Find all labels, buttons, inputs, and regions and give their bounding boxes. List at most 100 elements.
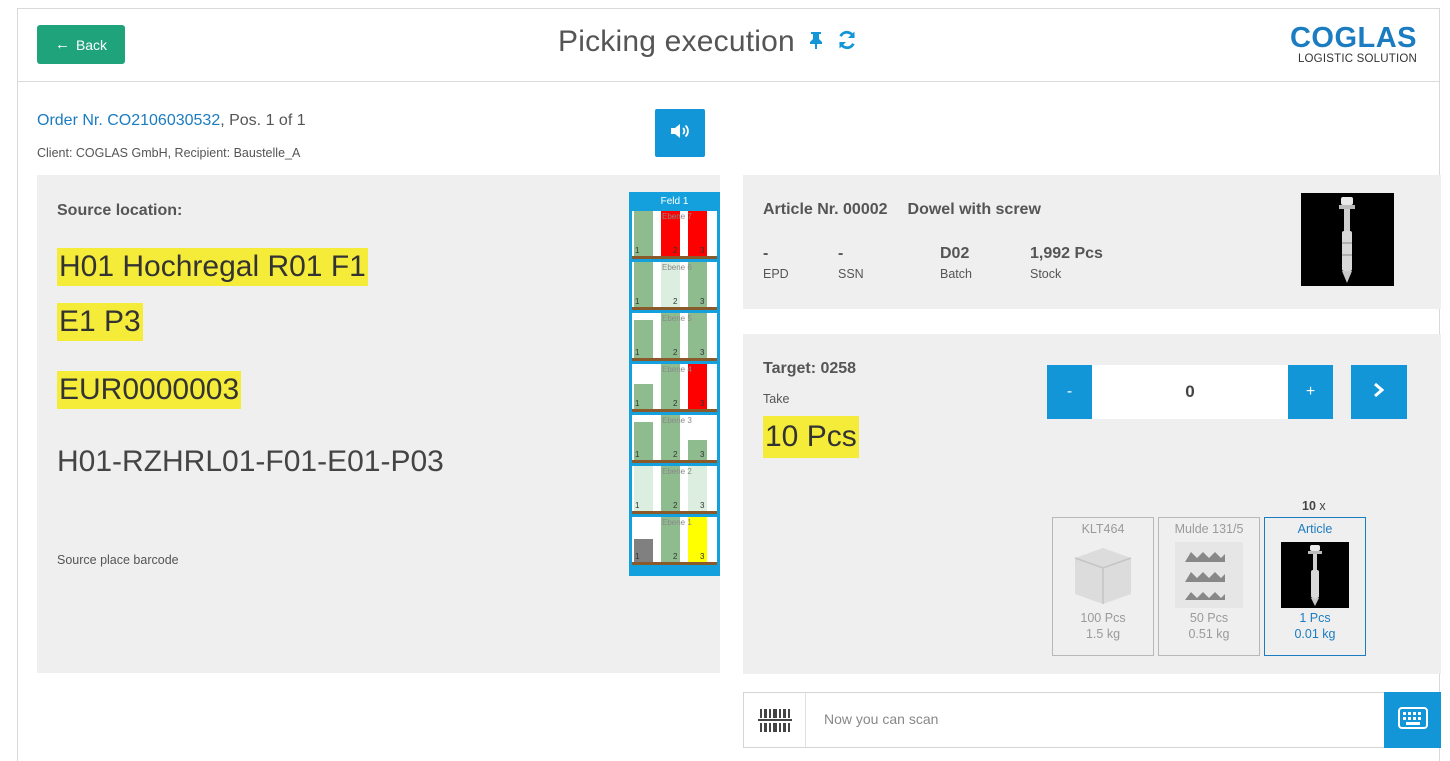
back-button-label: Back [75, 36, 108, 53]
rack-shelf: Ebene 3 1 2 3 [632, 415, 717, 463]
source-panel: Source location: H01 Hochregal R01 F1 E1… [37, 175, 720, 673]
shelf-label: Ebene 4 [662, 365, 692, 374]
article-panel: Article Nr. 00002 Dowel with screw - EPD … [743, 175, 1441, 309]
slot-number: 2 [673, 348, 678, 357]
batch-key: Batch [940, 267, 972, 281]
back-button[interactable]: ← Back [37, 25, 125, 64]
increment-button[interactable]: + [1288, 365, 1333, 419]
title-group: Picking execution [558, 25, 857, 59]
order-link[interactable]: Order Nr. CO2106030532 [37, 112, 220, 129]
ssn-key: SSN [838, 267, 864, 281]
rack-shelf: Ebene 1 1 2 3 [632, 517, 717, 565]
slot-number: 3 [700, 501, 705, 510]
scan-input[interactable]: Now you can scan [824, 711, 938, 727]
source-barcode-label: Source place barcode [57, 553, 179, 567]
header: ← Back Picking execution COGLAS LOGISTIC… [18, 9, 1439, 82]
unit-pcs: 1 Pcs [1299, 611, 1331, 625]
shelf-floor [632, 511, 717, 514]
unit-kg: 0.51 kg [1188, 627, 1230, 641]
rack-shelf: Ebene 2 1 2 3 [632, 466, 717, 514]
rack-shelf: Ebene 4 1 2 3 [632, 364, 717, 412]
shelf-floor [632, 256, 717, 259]
article-meta-batch: D02 Batch [940, 245, 972, 281]
shelf-label: Ebene 2 [662, 467, 692, 476]
article-meta-epd: - EPD [763, 245, 789, 281]
article-meta-ssn: - SSN [838, 245, 864, 281]
unit-name: Article [1297, 522, 1333, 536]
quantity-stepper: - 0 + [1047, 365, 1407, 419]
slot-number: 2 [673, 552, 678, 561]
slot-number: 2 [673, 246, 678, 255]
slot-number: 3 [700, 297, 705, 306]
sound-button[interactable] [655, 109, 705, 157]
shelf-label: Ebene 7 [662, 212, 692, 221]
unit-card-article[interactable]: Article 1 Pcs 0.01 kg [1264, 517, 1366, 656]
slot-number: 1 [635, 297, 640, 306]
slot-number: 3 [700, 399, 705, 408]
unit-name: KLT464 [1081, 522, 1125, 536]
source-location-line1: H01 Hochregal R01 F1 [57, 248, 368, 286]
shelf-floor [632, 562, 717, 565]
slot-number: 2 [673, 501, 678, 510]
client-recipient: Client: COGLAS GmbH, Recipient: Baustell… [37, 146, 301, 160]
box-icon [1069, 542, 1137, 608]
rack-shelf: Ebene 6 1 2 3 [632, 262, 717, 310]
article-title: Article Nr. 00002 Dowel with screw [763, 201, 1061, 219]
slot-number: 3 [700, 348, 705, 357]
shelf-floor [632, 358, 717, 361]
slot-number: 1 [635, 246, 640, 255]
slot-number: 1 [635, 348, 640, 357]
source-location-label: Source location: [57, 202, 183, 219]
take-label: Take [763, 392, 790, 406]
slot-number: 3 [700, 552, 705, 561]
target-label: Target: 0258 [763, 360, 857, 377]
slot-number: 2 [673, 399, 678, 408]
slot-number: 1 [635, 450, 640, 459]
stock-key: Stock [1030, 267, 1062, 281]
multiplier-value: 10 [1302, 499, 1316, 513]
unit-kg: 0.01 kg [1294, 627, 1336, 641]
rack-diagram: Feld 1 Ebene 7 1 2 3 Ebene 6 1 2 3 Ebene 5 1 2 3 Ebe… [629, 192, 720, 576]
slot-number: 2 [673, 297, 678, 306]
slot-number: 3 [700, 246, 705, 255]
rack-shelf: Ebene 7 1 2 3 [632, 211, 717, 259]
order-line: Order Nr. CO2106030532, Pos. 1 of 1 [37, 112, 306, 130]
barcode-icon [758, 707, 792, 738]
source-barcode: H01-RZHRL01-F01-E01-P03 [57, 445, 444, 478]
keyboard-button[interactable] [1384, 692, 1441, 748]
rack-title: Feld 1 [660, 196, 689, 207]
scan-bar: Now you can scan [743, 692, 1441, 748]
logo-sub: LOGISTIC SOLUTION [1297, 53, 1417, 65]
epd-key: EPD [763, 267, 789, 281]
article-meta-stock: 1,992 Pcs Stock [1030, 245, 1103, 281]
quantity-input[interactable]: 0 [1092, 365, 1288, 419]
unit-card-mulde[interactable]: Mulde 131/5 50 Pcs 0.51 kg [1158, 517, 1260, 656]
slot-number: 1 [635, 552, 640, 561]
unit-kg: 1.5 kg [1085, 627, 1121, 641]
batch-value: D02 [940, 245, 970, 262]
slot-number: 1 [635, 501, 640, 510]
app-frame: ← Back Picking execution COGLAS LOGISTIC… [17, 8, 1441, 761]
decrement-button[interactable]: - [1047, 365, 1092, 419]
unit-name: Mulde 131/5 [1174, 522, 1244, 536]
target-panel: Target: 0258 Take 10 Pcs - 0 + 10 x KLT4… [743, 334, 1441, 674]
speaker-icon [670, 123, 690, 144]
shelf-label: Ebene 5 [662, 314, 692, 323]
next-button[interactable] [1351, 365, 1407, 419]
article-number: Article Nr. 00002 [763, 201, 888, 218]
slot-number: 3 [700, 450, 705, 459]
shelf-label: Ebene 6 [662, 263, 692, 272]
slot-number: 2 [673, 450, 678, 459]
coglas-logo: COGLAS LOGISTIC SOLUTION [1290, 23, 1417, 65]
take-quantity: 10 Pcs [763, 416, 859, 458]
stock-value: 1,992 Pcs [1030, 245, 1103, 262]
rack-shelf: Ebene 5 1 2 3 [632, 313, 717, 361]
refresh-icon[interactable] [837, 30, 857, 55]
shelf-label: Ebene 3 [662, 416, 692, 425]
keyboard-icon [1397, 706, 1428, 734]
unit-pcs: 100 Pcs [1080, 611, 1126, 625]
pin-icon[interactable] [809, 31, 823, 54]
unit-pcs: 50 Pcs [1189, 611, 1229, 625]
unit-card-klt464[interactable]: KLT464 100 Pcs 1.5 kg [1052, 517, 1154, 656]
multiplier-suffix: x [1315, 499, 1326, 513]
